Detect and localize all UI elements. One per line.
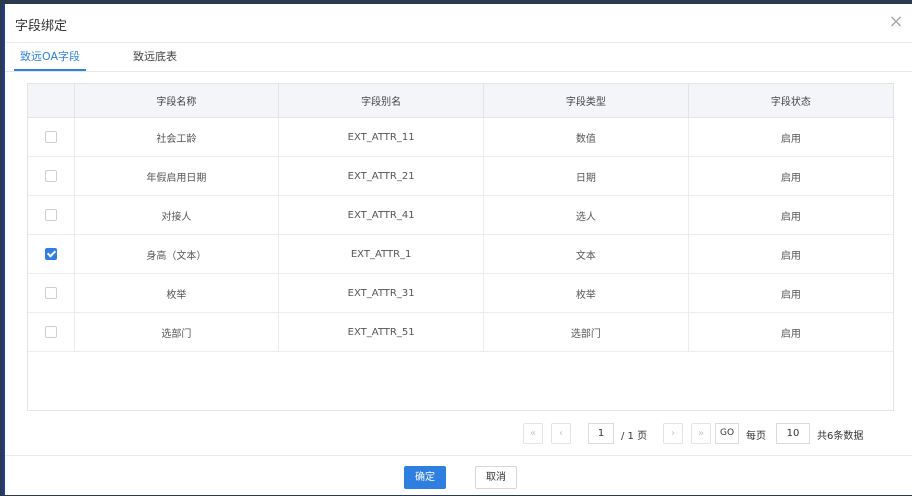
- table-row[interactable]: 身高（文本） EXT_ATTR_1 文本 启用: [28, 234, 893, 274]
- row-select-cell: [28, 156, 75, 196]
- cell-field-status: 启用: [688, 117, 893, 157]
- page-number-input[interactable]: [588, 423, 614, 444]
- row-checkbox[interactable]: [44, 209, 57, 221]
- cell-field-status: 启用: [688, 234, 893, 274]
- table-row[interactable]: 年假启用日期 EXT_ATTR_21 日期 启用: [28, 156, 893, 196]
- cell-field-alias: EXT_ATTR_31: [278, 273, 484, 313]
- total-records-text: 共6条数据: [817, 431, 864, 442]
- first-page-button[interactable]: «: [523, 423, 543, 444]
- dialog-footer: 确定 取消: [5, 455, 912, 496]
- cell-field-name: 年假启用日期: [74, 156, 280, 196]
- cell-field-status: 启用: [688, 312, 893, 352]
- cell-field-type: 选部门: [483, 312, 689, 352]
- column-header-field-name[interactable]: 字段名称: [74, 84, 280, 118]
- table-row[interactable]: 枚举 EXT_ATTR_31 枚举 启用: [28, 273, 893, 313]
- column-header-field-alias[interactable]: 字段别名: [278, 84, 484, 118]
- row-checkbox[interactable]: [44, 248, 57, 260]
- next-page-button[interactable]: ›: [663, 423, 683, 444]
- row-checkbox[interactable]: [44, 131, 57, 143]
- close-icon[interactable]: ×: [886, 12, 906, 32]
- cell-field-status: 启用: [688, 273, 893, 313]
- cell-field-type: 数值: [483, 117, 689, 157]
- dialog-header: 字段绑定 ×: [5, 4, 912, 43]
- cell-field-type: 选人: [483, 195, 689, 235]
- row-checkbox[interactable]: [44, 170, 57, 182]
- cell-field-status: 启用: [688, 195, 893, 235]
- cell-field-alias: EXT_ATTR_41: [278, 195, 484, 235]
- per-page-label: 每页: [746, 431, 766, 442]
- row-select-cell: [28, 312, 75, 352]
- per-page-input[interactable]: [776, 423, 810, 444]
- cell-field-name: 对接人: [74, 195, 280, 235]
- cell-field-type: 日期: [483, 156, 689, 196]
- table-row[interactable]: 对接人 EXT_ATTR_41 选人 启用: [28, 195, 893, 235]
- confirm-button[interactable]: 确定: [404, 466, 446, 489]
- cell-field-name: 社会工龄: [74, 117, 280, 157]
- cell-field-type: 枚举: [483, 273, 689, 313]
- table-row[interactable]: 选部门 EXT_ATTR_51 选部门 启用: [28, 312, 893, 352]
- cell-field-alias: EXT_ATTR_21: [278, 156, 484, 196]
- table-row[interactable]: 社会工龄 EXT_ATTR_11 数值 启用: [28, 117, 893, 157]
- cell-field-alias: EXT_ATTR_11: [278, 117, 484, 157]
- cell-field-status: 启用: [688, 156, 893, 196]
- tab-oa-fields[interactable]: 致远OA字段: [14, 43, 86, 71]
- row-select-cell: [28, 117, 75, 157]
- cell-field-type: 文本: [483, 234, 689, 274]
- table-header-row: 字段名称 字段别名 字段类型 字段状态: [28, 84, 893, 118]
- column-header-field-type[interactable]: 字段类型: [483, 84, 689, 118]
- last-page-button[interactable]: »: [691, 423, 711, 444]
- row-select-cell: [28, 273, 75, 313]
- cell-field-name: 身高（文本）: [74, 234, 280, 274]
- column-header-field-status[interactable]: 字段状态: [688, 84, 893, 118]
- cell-field-name: 选部门: [74, 312, 280, 352]
- row-select-cell: [28, 234, 75, 274]
- cell-field-alias: EXT_ATTR_1: [278, 234, 484, 274]
- total-pages-text: / 1 页: [621, 431, 648, 442]
- row-select-cell: [28, 195, 75, 235]
- tab-bar: 致远OA字段 致远底表: [5, 43, 912, 72]
- cancel-button[interactable]: 取消: [475, 466, 517, 489]
- row-checkbox[interactable]: [44, 287, 57, 299]
- field-binding-dialog: 字段绑定 × 致远OA字段 致远底表 字段名称 字段别名 字段类型 字段状态 社…: [3, 4, 912, 495]
- tab-base-table[interactable]: 致远底表: [123, 43, 187, 70]
- cell-field-alias: EXT_ATTR_51: [278, 312, 484, 352]
- row-checkbox[interactable]: [44, 326, 57, 338]
- pagination: « ‹ / 1 页 › » GO 每页 共6条数据: [5, 423, 912, 447]
- cell-field-name: 枚举: [74, 273, 280, 313]
- prev-page-button[interactable]: ‹: [551, 423, 571, 444]
- dialog-title: 字段绑定: [15, 19, 68, 34]
- go-button[interactable]: GO: [715, 423, 739, 444]
- fields-table: 字段名称 字段别名 字段类型 字段状态 社会工龄 EXT_ATTR_11 数值 启用年…: [27, 83, 894, 411]
- select-column-header: [28, 84, 75, 118]
